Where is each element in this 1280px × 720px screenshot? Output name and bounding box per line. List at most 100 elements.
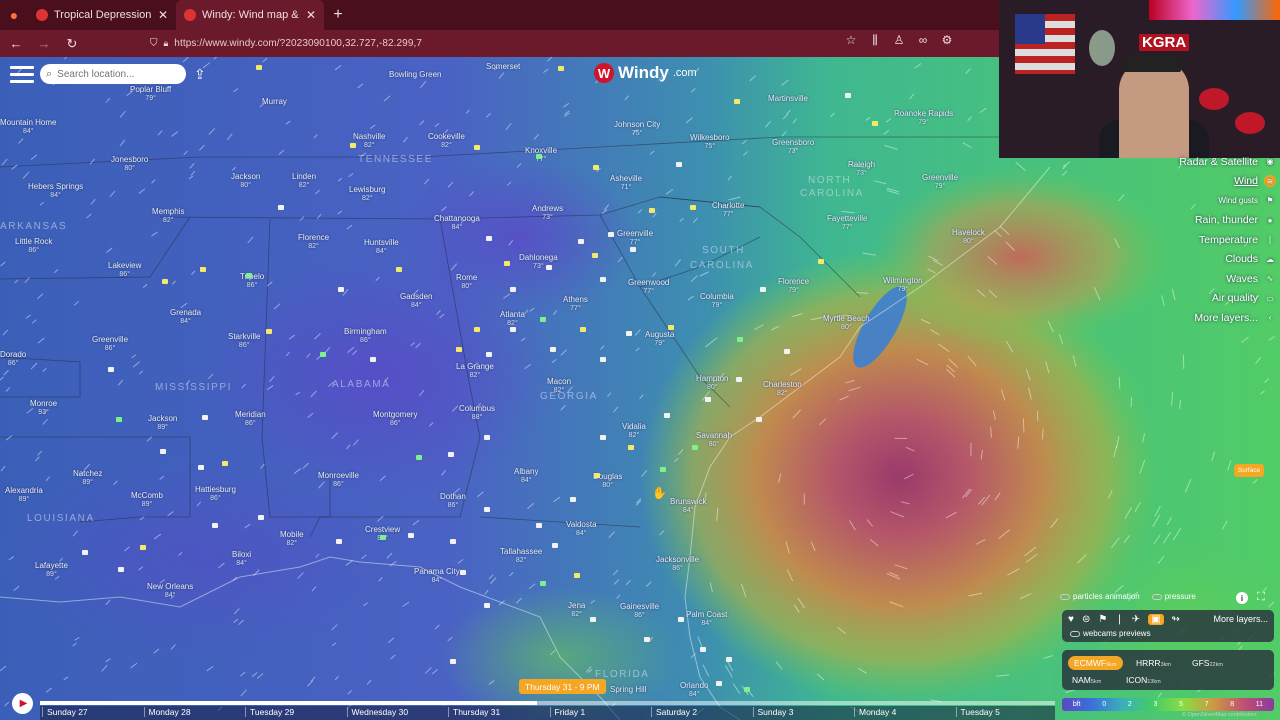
city-label[interactable]: Johnson City 75° bbox=[614, 120, 660, 138]
settings-gear-icon[interactable]: ⚙ bbox=[938, 33, 956, 48]
webcam-pin-icon[interactable] bbox=[628, 445, 634, 450]
layer-item[interactable]: Radar & Satellite ◉ bbox=[1170, 152, 1280, 172]
webcam-pin-icon[interactable] bbox=[737, 337, 743, 342]
webcam-pin-icon[interactable] bbox=[460, 570, 466, 575]
city-label[interactable]: Florence 79° bbox=[778, 277, 809, 295]
city-label[interactable]: Martinsville bbox=[768, 94, 808, 103]
city-label[interactable]: Brunswick 84° bbox=[670, 497, 706, 515]
extension-icon[interactable]: ∞ bbox=[914, 33, 932, 48]
webcams-toggle[interactable]: webcams previews bbox=[1070, 629, 1151, 638]
city-label[interactable]: Somerset bbox=[486, 62, 520, 71]
shield-icon[interactable]: ⛉ bbox=[150, 38, 158, 49]
firefox-icon[interactable]: ● bbox=[0, 0, 28, 30]
city-label[interactable]: Palm Coast 84° bbox=[686, 610, 727, 628]
city-label[interactable]: Dorado 86° bbox=[0, 350, 26, 368]
webcam-pin-icon[interactable] bbox=[338, 287, 344, 292]
webcam-pin-icon[interactable] bbox=[676, 162, 682, 167]
webcam-pin-icon[interactable] bbox=[734, 99, 740, 104]
webcam-pin-icon[interactable] bbox=[540, 581, 546, 586]
webcam-pin-icon[interactable] bbox=[162, 279, 168, 284]
webcam-pin-icon[interactable] bbox=[570, 497, 576, 502]
search-input[interactable] bbox=[57, 68, 168, 80]
webcam-pin-icon[interactable] bbox=[558, 66, 564, 71]
webcam-pin-icon[interactable] bbox=[744, 687, 750, 692]
timeline-day[interactable]: Monday 28 bbox=[143, 707, 191, 717]
webcam-pin-icon[interactable] bbox=[626, 331, 632, 336]
city-label[interactable]: La Grange 82° bbox=[456, 362, 494, 380]
city-label[interactable]: Little Rock 86° bbox=[15, 237, 52, 255]
webcam-pin-icon[interactable] bbox=[336, 539, 342, 544]
city-label[interactable]: Albany 84° bbox=[514, 467, 538, 485]
timeline-day[interactable]: Friday 1 bbox=[549, 707, 585, 717]
city-label[interactable]: Florence 82° bbox=[298, 233, 329, 251]
webcam-pin-icon[interactable] bbox=[644, 637, 650, 642]
tab-close-icon[interactable]: ✕ bbox=[158, 8, 168, 22]
city-label[interactable]: Meridian 86° bbox=[235, 410, 266, 428]
tab-close-icon[interactable]: ✕ bbox=[306, 8, 316, 22]
timeline-day[interactable]: Tuesday 5 bbox=[955, 707, 1000, 717]
url-bar[interactable]: ⛉ 🔒︎ https://www.windy.com/?2023090100,3… bbox=[150, 34, 868, 53]
webcam-pin-icon[interactable] bbox=[456, 347, 462, 352]
webcam-pin-icon[interactable] bbox=[574, 573, 580, 578]
webcam-pin-icon[interactable] bbox=[200, 267, 206, 272]
layer-item[interactable]: Wind gusts ⚑ bbox=[1170, 191, 1280, 211]
new-tab-plus-icon[interactable]: + bbox=[324, 6, 352, 24]
city-label[interactable]: Lafayette 89° bbox=[35, 561, 68, 579]
webcam-pin-icon[interactable] bbox=[160, 449, 166, 454]
pressure-toggle[interactable]: pressure bbox=[1151, 592, 1196, 601]
webcam-pin-icon[interactable] bbox=[256, 65, 262, 70]
city-label[interactable]: Wilmington 79° bbox=[883, 276, 923, 294]
city-label[interactable]: Athens 77° bbox=[563, 295, 588, 313]
forward-arrow-icon[interactable]: → bbox=[32, 36, 56, 51]
webcam-pin-icon[interactable] bbox=[784, 349, 790, 354]
webcam-pin-icon[interactable] bbox=[212, 523, 218, 528]
webcam-pin-icon[interactable] bbox=[818, 259, 824, 264]
city-label[interactable]: Linden 82° bbox=[292, 172, 316, 190]
info-icon[interactable]: i bbox=[1236, 592, 1248, 604]
webcam-pin-icon[interactable] bbox=[484, 603, 490, 608]
city-label[interactable]: Cookeville 82° bbox=[428, 132, 465, 150]
timeline-track[interactable] bbox=[40, 701, 1055, 705]
webcam-pin-icon[interactable] bbox=[700, 647, 706, 652]
webcam-pin-icon[interactable] bbox=[692, 445, 698, 450]
timeline-day[interactable]: Thursday 31 bbox=[448, 707, 500, 717]
city-label[interactable]: Tupelo 86° bbox=[240, 272, 264, 290]
city-label[interactable]: Natchez 89° bbox=[73, 469, 102, 487]
library-icon[interactable]: ⫼ bbox=[866, 33, 884, 48]
city-label[interactable]: Greenville 86° bbox=[92, 335, 128, 353]
webcam-pin-icon[interactable] bbox=[486, 236, 492, 241]
webcam-pin-icon[interactable] bbox=[510, 327, 516, 332]
webcam-pin-icon[interactable] bbox=[278, 205, 284, 210]
webcam-pin-icon[interactable] bbox=[484, 507, 490, 512]
city-label[interactable]: Grenada 84° bbox=[170, 308, 201, 326]
bookmark-star-icon[interactable]: ☆ bbox=[842, 33, 860, 48]
city-label[interactable]: Columbia 79° bbox=[700, 292, 734, 310]
city-label[interactable]: Jena 82° bbox=[568, 601, 585, 619]
city-label[interactable]: Jackson 89° bbox=[148, 414, 177, 432]
webcam-pin-icon[interactable] bbox=[592, 253, 598, 258]
city-label[interactable]: Monroeville 86° bbox=[318, 471, 359, 489]
wind-icon[interactable]: ✈ bbox=[1132, 614, 1140, 625]
city-label[interactable]: Wilkesboro 75° bbox=[690, 133, 730, 151]
city-label[interactable]: Hampton 80° bbox=[696, 374, 728, 392]
city-label[interactable]: Rome 80° bbox=[456, 273, 477, 291]
webcam-pin-icon[interactable] bbox=[600, 357, 606, 362]
webcam-pin-icon[interactable] bbox=[510, 287, 516, 292]
webcam-pin-icon[interactable] bbox=[736, 377, 742, 382]
webcam-pin-icon[interactable] bbox=[380, 535, 386, 540]
webcam-pin-icon[interactable] bbox=[760, 287, 766, 292]
surface-badge[interactable]: Surface bbox=[1234, 464, 1264, 477]
city-label[interactable]: Atlanta 82° bbox=[500, 310, 525, 328]
city-label[interactable]: Charlotte 77° bbox=[712, 201, 744, 219]
city-label[interactable]: Poplar Bluff 79° bbox=[130, 85, 171, 103]
reload-icon[interactable]: ↻ bbox=[60, 36, 84, 52]
city-label[interactable]: Vidalia 82° bbox=[622, 422, 646, 440]
city-label[interactable]: Hebers Springs 84° bbox=[28, 182, 83, 200]
city-label[interactable]: Panama City 84° bbox=[414, 567, 460, 585]
webcam-pin-icon[interactable] bbox=[690, 205, 696, 210]
webcam-pin-icon[interactable] bbox=[536, 154, 542, 159]
fullscreen-icon[interactable]: ⛶ bbox=[1257, 591, 1265, 604]
city-label[interactable]: Nashville 82° bbox=[353, 132, 385, 150]
account-icon[interactable]: ♙ bbox=[890, 33, 908, 48]
webcam-pin-icon[interactable] bbox=[578, 239, 584, 244]
